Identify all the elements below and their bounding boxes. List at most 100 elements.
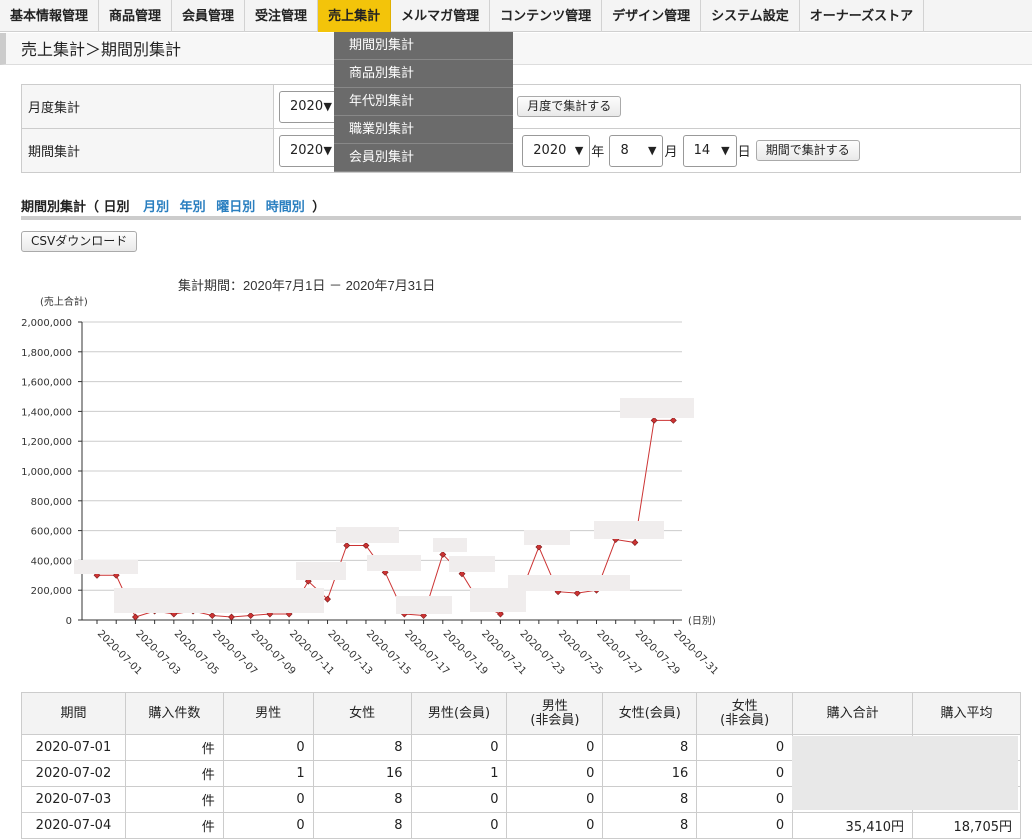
table-cell: 8 (602, 786, 698, 813)
link-monthly[interactable]: 月別 (143, 200, 169, 215)
table-cell: 18,705円 (912, 812, 1021, 839)
redacted-label (524, 530, 570, 545)
main-nav: 基本情報管理 商品管理 会員管理 受注管理 売上集計 メルマガ管理 コンテンツ管理 デザイン管… (0, 0, 1032, 32)
table-cell: 8 (312, 786, 412, 813)
y-tick-label: 1,600,000 (21, 378, 72, 389)
table-cell: 16 (602, 760, 698, 787)
table-cell: 0 (696, 734, 794, 761)
redacted-label (336, 527, 399, 543)
heading-rule (21, 216, 1021, 220)
redacted-label (470, 588, 526, 612)
redacted-label (396, 596, 452, 614)
table-header: 期間 (21, 692, 126, 735)
monthly-label: 月度集計 (21, 84, 274, 129)
dropdown-item-2[interactable]: 年代別集計 (334, 88, 513, 116)
data-point (208, 612, 216, 619)
y-tick-label: 1,200,000 (21, 437, 72, 448)
data-point (247, 612, 255, 619)
unit-month: 月 (664, 145, 678, 160)
nav-sales[interactable]: 売上集計 (318, 0, 392, 32)
table-cell: 2020-07-04 (21, 812, 126, 839)
table-header: 購入平均 (912, 692, 1021, 735)
chart-title: 集計期間：2020年7月1日 － 2020年7月31日 (178, 278, 435, 293)
nav-mailmag[interactable]: メルマガ管理 (391, 0, 491, 32)
monthly-aggregate-button[interactable]: 月度で集計する (517, 96, 622, 117)
chevron-down-icon: ▼ (647, 143, 657, 157)
table-cell: 1 (410, 760, 508, 787)
nav-system[interactable]: システム設定 (701, 0, 800, 32)
table-header: 男性 (222, 692, 314, 735)
nav-products[interactable]: 商品管理 (99, 0, 173, 32)
data-point (631, 539, 639, 546)
table-row: 2020-07-04 件 0 8 0 0 8 0 35,410円 18,705円 (21, 812, 1021, 839)
table-cell: 0 (222, 734, 314, 761)
dropdown-item-0[interactable]: 期間別集計 (334, 32, 513, 60)
y-tick-label: 2,000,000 (21, 318, 72, 329)
table-cell: 0 (696, 786, 794, 813)
table-header: 女性 (312, 692, 412, 735)
y-tick-label: 800,000 (31, 497, 72, 508)
chevron-down-icon: ▼ (574, 143, 584, 157)
table-cell: 件 (124, 760, 224, 787)
dropdown-item-4[interactable]: 会員別集計 (334, 144, 513, 172)
period-aggregate-button[interactable]: 期間で集計する (755, 140, 860, 161)
period-from-year-select[interactable]: 2020 ▼ (279, 134, 339, 167)
nav-design[interactable]: デザイン管理 (602, 0, 702, 32)
table-cell: 0 (410, 734, 508, 761)
table-cell: 0 (506, 760, 604, 787)
table-cell: 8 (602, 812, 698, 839)
aggregation-type-heading: 期間別集計（ 日別 月別 年別 曜日別 時間別 ） (21, 196, 325, 215)
unit-day: 日 (737, 145, 751, 160)
dropdown-item-1[interactable]: 商品別集計 (334, 60, 513, 88)
table-cell: 0 (506, 786, 604, 813)
table-cell: 0 (506, 734, 604, 761)
nav-contents[interactable]: コンテンツ管理 (490, 0, 603, 32)
nav-owners-store[interactable]: オーナーズストア (800, 0, 925, 32)
period-to-year-select[interactable]: 2020 ▼ (522, 134, 591, 167)
table-header: 女性 (非会員) (696, 692, 794, 735)
chevron-down-icon: ▼ (323, 143, 332, 157)
redacted-label (433, 538, 467, 552)
redacted-cells (792, 736, 1018, 810)
table-cell: 35,410円 (792, 812, 914, 839)
heading-suffix: ） (312, 200, 326, 215)
table-header: 購入合計 (792, 692, 914, 735)
redacted-label (620, 398, 694, 418)
heading-prefix: 期間別集計（ (21, 200, 100, 215)
y-tick-label: 0 (66, 616, 72, 627)
table-header: 女性(会員) (602, 692, 698, 735)
csv-download-button[interactable]: CSVダウンロード (21, 231, 138, 252)
x-axis-label: (日別) (688, 615, 716, 627)
nav-members[interactable]: 会員管理 (172, 0, 246, 32)
redacted-label (74, 560, 138, 574)
table-cell: 8 (312, 734, 412, 761)
data-point (343, 542, 351, 549)
table-header: 購入件数 (124, 692, 224, 735)
y-tick-label: 600,000 (31, 527, 72, 538)
dropdown-item-3[interactable]: 職業別集計 (334, 116, 513, 144)
y-tick-label: 1,800,000 (21, 348, 72, 359)
data-point (669, 416, 677, 424)
link-hourly[interactable]: 時間別 (266, 200, 305, 215)
sales-dropdown-menu: 期間別集計 商品別集計 年代別集計 職業別集計 会員別集計 (334, 32, 513, 172)
chevron-down-icon: ▼ (323, 99, 332, 113)
y-tick-label: 1,400,000 (21, 407, 72, 418)
redacted-label (367, 555, 421, 571)
nav-orders[interactable]: 受注管理 (245, 0, 319, 32)
period-to-month-select[interactable]: 8 ▼ (609, 134, 664, 167)
table-cell: 件 (124, 812, 224, 839)
nav-basic-info[interactable]: 基本情報管理 (0, 0, 100, 32)
redacted-label (296, 562, 346, 580)
table-cell: 0 (696, 760, 794, 787)
table-cell: 1 (222, 760, 314, 787)
link-weekday[interactable]: 曜日別 (216, 200, 255, 215)
current-mode-daily: 日別 (103, 200, 130, 215)
table-cell: 件 (124, 786, 224, 813)
redacted-label (508, 575, 630, 591)
chevron-down-icon: ▼ (721, 143, 730, 157)
y-tick-label: 400,000 (31, 556, 72, 567)
period-to-day-select[interactable]: 14 ▼ (682, 134, 737, 167)
monthly-year-select[interactable]: 2020 ▼ (279, 90, 339, 123)
table-cell: 2020-07-03 (21, 786, 126, 813)
link-yearly[interactable]: 年別 (180, 200, 206, 215)
